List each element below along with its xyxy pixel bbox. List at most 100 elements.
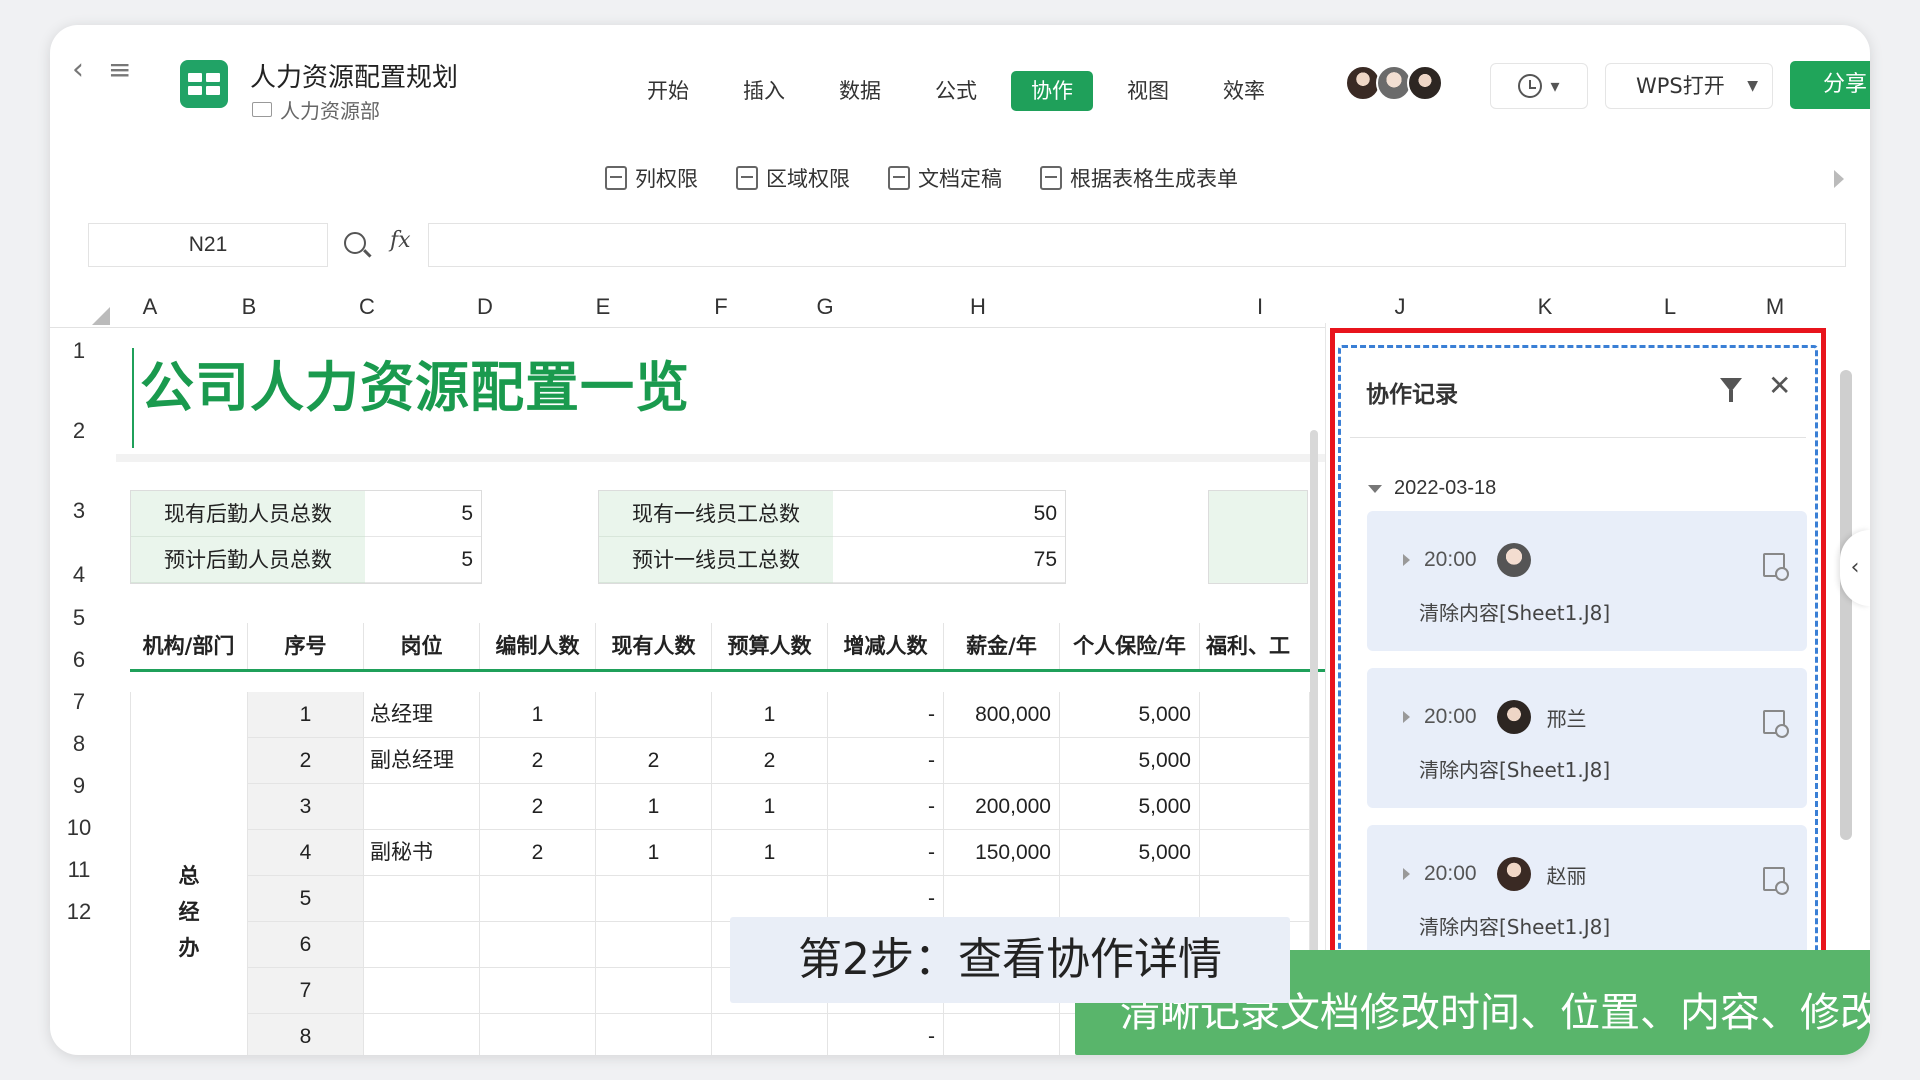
table-cell[interactable] <box>364 876 480 922</box>
menu-icon[interactable]: ≡ <box>108 55 131 85</box>
summary-value[interactable]: 5 <box>365 491 481 537</box>
table-cell[interactable]: 5,000 <box>1060 692 1200 738</box>
table-cell[interactable]: 3 <box>248 784 364 830</box>
tab-view[interactable]: 视图 <box>1100 71 1196 111</box>
column-header-e[interactable]: E <box>544 287 662 327</box>
table-cell[interactable]: 1 <box>712 830 828 876</box>
row-header[interactable]: 9 <box>50 773 108 799</box>
row-header[interactable]: 4 <box>50 562 108 588</box>
table-cell[interactable]: - <box>828 738 944 784</box>
column-header-f[interactable]: F <box>662 287 780 327</box>
table-header[interactable]: 岗位 <box>364 623 480 669</box>
column-header-m[interactable]: M <box>1745 287 1805 327</box>
table-header[interactable]: 预算人数 <box>712 623 828 669</box>
table-cell[interactable]: 2 <box>712 738 828 784</box>
table-cell[interactable]: 1 <box>712 784 828 830</box>
row-header[interactable]: 5 <box>50 605 108 631</box>
table-header[interactable]: 编制人数 <box>480 623 596 669</box>
table-cell[interactable]: 8 <box>248 1014 364 1055</box>
tab-insert[interactable]: 插入 <box>716 71 812 111</box>
table-cell[interactable] <box>596 968 712 1014</box>
summary-value[interactable]: 75 <box>833 537 1065 583</box>
table-cell[interactable]: 1 <box>480 692 596 738</box>
collaborator-avatars[interactable] <box>1345 65 1443 101</box>
table-cell[interactable]: 1 <box>248 692 364 738</box>
tab-collaborate[interactable]: 协作 <box>1011 71 1093 111</box>
table-cell[interactable] <box>944 876 1060 922</box>
table-header[interactable]: 现有人数 <box>596 623 712 669</box>
table-cell[interactable] <box>596 1014 712 1055</box>
row-header[interactable]: 12 <box>50 899 108 925</box>
table-cell[interactable]: 6 <box>248 922 364 968</box>
row-header[interactable]: 1 <box>50 338 108 364</box>
table-cell[interactable]: 200,000 <box>944 784 1060 830</box>
table-cell[interactable] <box>480 1014 596 1055</box>
table-cell[interactable] <box>364 922 480 968</box>
table-cell[interactable]: 7 <box>248 968 364 1014</box>
name-box[interactable]: N21 <box>88 223 328 267</box>
table-header[interactable]: 增减人数 <box>828 623 944 669</box>
table-cell[interactable]: 总经理 <box>364 692 480 738</box>
table-cell[interactable]: - <box>828 784 944 830</box>
table-cell[interactable]: 副总经理 <box>364 738 480 784</box>
sheet-title[interactable]: 公司人力资源配置一览 <box>140 343 690 422</box>
fx-icon[interactable]: fx <box>390 228 411 253</box>
tab-efficiency[interactable]: 效率 <box>1196 71 1292 111</box>
table-cell[interactable]: 2 <box>248 738 364 784</box>
table-header[interactable]: 个人保险/年 <box>1060 623 1200 669</box>
panel-scrollbar[interactable] <box>1840 370 1852 840</box>
generate-form-button[interactable]: 根据表格生成表单 <box>1040 163 1238 193</box>
table-cell[interactable] <box>364 784 480 830</box>
summary-value[interactable]: 5 <box>365 537 481 583</box>
row-header[interactable]: 7 <box>50 689 108 715</box>
column-header-k[interactable]: K <box>1515 287 1575 327</box>
table-cell[interactable]: - <box>828 1014 944 1055</box>
table-cell[interactable]: - <box>828 692 944 738</box>
select-all-corner[interactable] <box>92 307 110 325</box>
table-cell[interactable]: 150,000 <box>944 830 1060 876</box>
table-cell[interactable] <box>364 968 480 1014</box>
table-cell[interactable] <box>944 738 1060 784</box>
summary-value[interactable]: 50 <box>833 491 1065 537</box>
row-header[interactable]: 8 <box>50 731 108 757</box>
table-cell[interactable]: 2 <box>480 830 596 876</box>
column-header-l[interactable]: L <box>1640 287 1700 327</box>
column-header-j[interactable]: J <box>1370 287 1430 327</box>
table-cell[interactable] <box>712 876 828 922</box>
share-button[interactable]: 分享 <box>1790 61 1870 109</box>
table-cell[interactable] <box>1200 784 1310 830</box>
table-cell[interactable]: 5 <box>248 876 364 922</box>
row-header[interactable]: 10 <box>50 815 108 841</box>
formula-input[interactable] <box>428 223 1846 267</box>
table-cell[interactable]: 2 <box>480 784 596 830</box>
table-cell[interactable] <box>596 922 712 968</box>
toolbar-scroll-right-icon[interactable] <box>1834 170 1844 188</box>
back-icon[interactable]: ‹ <box>72 55 84 85</box>
summary-label[interactable]: 预计一线员工总数 <box>599 537 833 583</box>
table-header[interactable]: 序号 <box>248 623 364 669</box>
department-cell[interactable]: 总 经 办 <box>130 692 248 1055</box>
tab-data[interactable]: 数据 <box>812 71 908 111</box>
table-cell[interactable] <box>480 968 596 1014</box>
table-header[interactable]: 机构/部门 <box>130 623 248 669</box>
document-title[interactable]: 人力资源配置规划 <box>250 57 458 94</box>
table-cell[interactable]: 1 <box>596 830 712 876</box>
table-cell[interactable]: 2 <box>480 738 596 784</box>
summary-label[interactable]: 预计后勤人员总数 <box>131 537 365 583</box>
column-header-c[interactable]: C <box>308 287 426 327</box>
tab-formula[interactable]: 公式 <box>908 71 1004 111</box>
history-button[interactable]: ▾ <box>1490 63 1588 109</box>
table-cell[interactable] <box>1060 876 1200 922</box>
zoom-icon[interactable] <box>344 232 366 254</box>
table-cell[interactable] <box>480 922 596 968</box>
table-cell[interactable]: - <box>828 876 944 922</box>
table-cell[interactable]: 1 <box>596 784 712 830</box>
folder-breadcrumb[interactable]: 人力资源部 <box>252 95 380 124</box>
column-header-d[interactable]: D <box>426 287 544 327</box>
table-cell[interactable]: 5,000 <box>1060 738 1200 784</box>
column-header-h[interactable]: H <box>888 287 1068 327</box>
row-header[interactable]: 11 <box>50 857 108 883</box>
row-header[interactable]: 2 <box>50 418 108 444</box>
table-cell[interactable] <box>1200 876 1310 922</box>
column-header-a[interactable]: A <box>110 287 190 327</box>
